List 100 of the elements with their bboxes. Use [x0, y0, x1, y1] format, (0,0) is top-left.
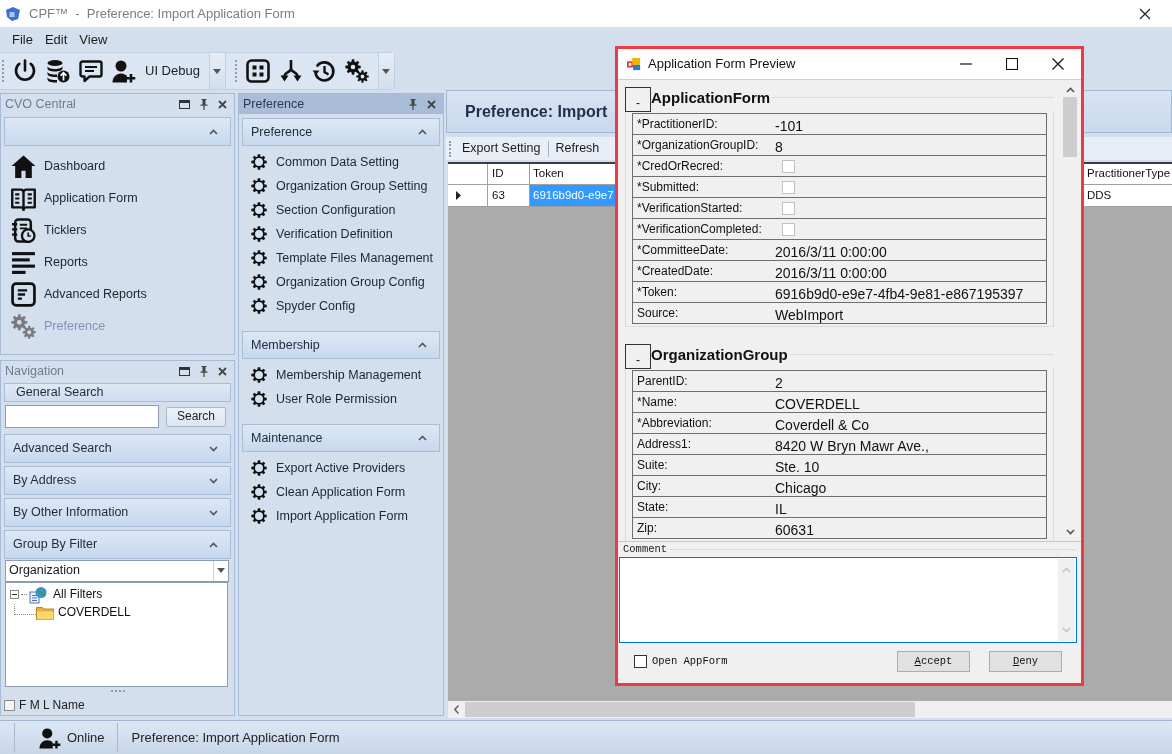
- page-title: Preference: Import: [465, 101, 608, 122]
- collapse-button[interactable]: -: [625, 87, 651, 112]
- accordion-header[interactable]: Group By Filter: [4, 530, 231, 559]
- settings-item[interactable]: Verification Definition: [239, 222, 443, 246]
- add-user-icon[interactable]: [112, 59, 136, 83]
- checkbox-label: Open AppForm: [652, 654, 728, 668]
- scroll-left-icon[interactable]: [454, 705, 459, 714]
- dialog-button[interactable]: Deny: [989, 650, 1062, 672]
- dropdown-button[interactable]: [377, 53, 395, 89]
- gear-icon: [251, 298, 267, 314]
- scrollbar-thumb[interactable]: [465, 702, 915, 717]
- settings-item[interactable]: Import Application Form: [239, 504, 443, 528]
- gear-icon: [251, 367, 267, 383]
- group-header[interactable]: Membership: [242, 331, 440, 359]
- settings-item[interactable]: Clean Application Form: [239, 480, 443, 504]
- horizontal-scrollbar[interactable]: [448, 701, 1172, 718]
- close-icon[interactable]: [1052, 58, 1064, 70]
- settings-item[interactable]: Organization Group Setting: [239, 174, 443, 198]
- pin-icon[interactable]: [200, 365, 208, 377]
- close-icon[interactable]: [1139, 7, 1151, 20]
- filter-combo[interactable]: Organization: [5, 560, 229, 582]
- nav-item[interactable]: Reports: [1, 246, 234, 278]
- debug-button[interactable]: UI Debug: [145, 60, 200, 82]
- settings-item[interactable]: User Role Permission: [239, 387, 443, 411]
- group-header[interactable]: General Search: [4, 383, 231, 402]
- chevron-up-icon: [1062, 567, 1071, 573]
- search-button[interactable]: Search: [166, 406, 226, 427]
- splitter-grip-icon[interactable]: [110, 690, 125, 693]
- settings-item[interactable]: Export Active Providers: [239, 456, 443, 480]
- accordion-header[interactable]: By Address: [4, 466, 231, 495]
- search-field[interactable]: [5, 405, 159, 428]
- field-value: Ste. 10: [775, 458, 820, 475]
- dialog-button[interactable]: Accept: [897, 650, 970, 672]
- chat-icon[interactable]: [79, 59, 103, 83]
- nav-item[interactable]: Advanced Reports: [1, 278, 234, 310]
- open-book-icon: [11, 185, 36, 211]
- close-icon[interactable]: [218, 99, 227, 109]
- tree-item[interactable]: COVERDELL: [58, 605, 131, 620]
- field-value: 2016/3/11 0:00:00: [775, 243, 887, 260]
- nav-item[interactable]: Dashboard: [1, 150, 234, 182]
- globe-document-icon: [29, 585, 47, 604]
- collapse-button[interactable]: -: [625, 344, 651, 369]
- nav-item[interactable]: Application Form: [1, 182, 234, 214]
- fork-icon[interactable]: [278, 59, 303, 83]
- restore-icon[interactable]: [179, 366, 190, 376]
- field-label: City:: [636, 478, 662, 494]
- comment-field[interactable]: [619, 557, 1077, 643]
- accordion-header[interactable]: By Other Information: [4, 498, 231, 527]
- field-value: 60631: [775, 521, 814, 538]
- database-upload-icon[interactable]: [46, 59, 70, 83]
- document-icon: [11, 281, 36, 307]
- field-label: *CredOrRecred:: [636, 158, 725, 174]
- gears-icon: [11, 313, 36, 339]
- menu-item[interactable]: View: [73, 29, 114, 50]
- home-icon: [11, 153, 36, 179]
- dropdown-button[interactable]: [208, 53, 226, 89]
- tree-item[interactable]: All Filters: [53, 587, 103, 602]
- gears-icon[interactable]: [344, 59, 369, 83]
- close-icon[interactable]: [218, 366, 227, 376]
- pin-icon[interactable]: [200, 98, 208, 110]
- notebook-clock-icon: [11, 217, 36, 243]
- field-value: 8: [775, 138, 783, 155]
- collapse-icon[interactable]: [10, 590, 19, 600]
- field-label: State:: [636, 499, 670, 515]
- menu-item[interactable]: Edit: [38, 29, 74, 50]
- field-label: ParentID:: [636, 373, 689, 389]
- toolbar-button[interactable]: Refresh: [548, 139, 607, 158]
- grid-icon[interactable]: [245, 59, 270, 83]
- gear-icon: [251, 202, 267, 218]
- settings-item[interactable]: Section Configuration: [239, 198, 443, 222]
- accordion-header[interactable]: Advanced Search: [4, 434, 231, 463]
- nav-item[interactable]: Ticklers: [1, 214, 234, 246]
- group-header[interactable]: Maintenance: [242, 424, 440, 452]
- menu-item[interactable]: File: [6, 29, 39, 50]
- checkbox[interactable]: [4, 700, 15, 712]
- settings-item[interactable]: Organization Group Config: [239, 270, 443, 294]
- gear-icon: [251, 460, 267, 476]
- field-value: 8420 W Bryn Mawr Ave.,: [775, 437, 929, 454]
- field-label: *Name:: [636, 394, 678, 410]
- settings-item[interactable]: Spyder Config: [239, 294, 443, 318]
- settings-item[interactable]: Template Files Management: [239, 246, 443, 270]
- group-header[interactable]: Preference: [242, 118, 440, 146]
- history-icon[interactable]: [311, 59, 336, 83]
- app-icon: [5, 5, 21, 22]
- settings-item[interactable]: Common Data Setting: [239, 150, 443, 174]
- pin-icon[interactable]: [409, 98, 417, 110]
- field-label: *Abbreviation:: [636, 415, 713, 431]
- caret-icon: [382, 68, 391, 74]
- user-icon: [39, 726, 61, 749]
- maximize-icon[interactable]: [1006, 58, 1018, 70]
- row-header[interactable]: [448, 185, 488, 207]
- power-icon[interactable]: [13, 59, 37, 83]
- gear-icon: [251, 178, 267, 194]
- settings-item[interactable]: Membership Management: [239, 363, 443, 387]
- scrollbar-thumb[interactable]: [1063, 97, 1077, 157]
- field-label: Source:: [636, 305, 680, 321]
- checkbox[interactable]: [634, 654, 647, 668]
- dialog-title: Application Form Preview: [648, 56, 796, 72]
- toolbar-button[interactable]: Export Setting: [455, 139, 548, 158]
- restore-icon[interactable]: [179, 99, 190, 109]
